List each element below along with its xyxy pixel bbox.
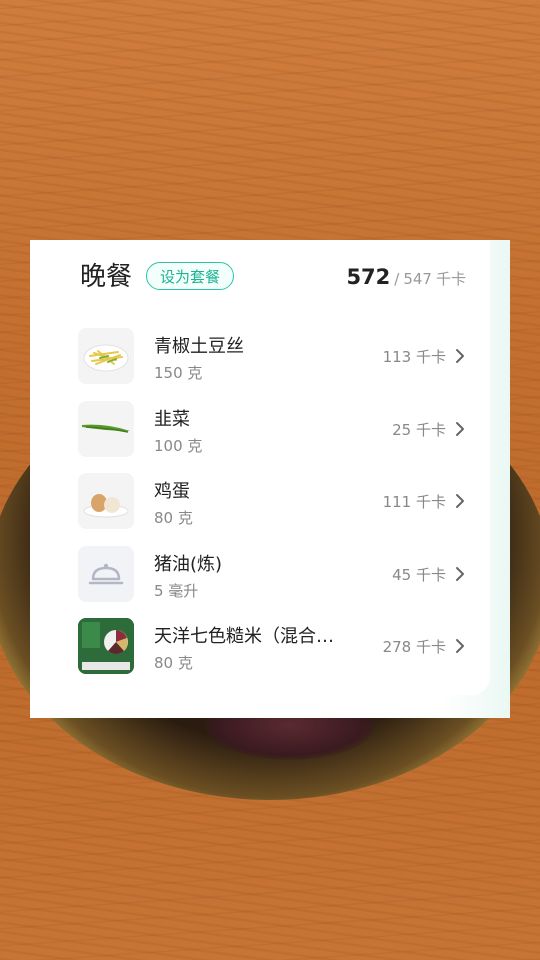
chevron-right-icon	[456, 494, 464, 508]
food-amount: 100 克	[154, 436, 203, 455]
food-name: 韭菜	[154, 408, 190, 430]
food-kcal: 278 千卡	[382, 638, 446, 656]
chevron-right-icon	[456, 639, 464, 653]
goal-kcal: 547	[403, 270, 432, 288]
chevron-right-icon	[456, 421, 464, 436]
meal-title: 晚餐	[80, 262, 133, 292]
food-item-row[interactable]: 猪油(炼) 5 毫升 45 千卡	[78, 538, 474, 611]
food-item-row[interactable]: 鸡蛋 80 克 111 千卡	[78, 465, 474, 538]
food-amount: 80 克	[154, 509, 193, 527]
food-kcal: 45 千卡	[392, 565, 446, 584]
food-name: 猪油(炼)	[154, 553, 223, 575]
set-as-combo-button[interactable]: 设为套餐	[146, 262, 235, 290]
kcal-unit: 千卡	[435, 270, 466, 288]
food-amount: 150 克	[154, 364, 203, 382]
meal-header: 晚餐 设为套餐 572/547 千卡	[80, 258, 470, 298]
cloche-icon	[78, 545, 134, 602]
food-amount: 5 毫升	[154, 581, 199, 600]
chive-icon	[78, 400, 134, 457]
shredded-potato-icon	[78, 328, 134, 384]
food-item-row[interactable]: 青椒土豆丝 150 克 113 千卡	[78, 320, 474, 393]
food-kcal: 113 千卡	[382, 348, 446, 366]
egg-icon	[78, 473, 134, 529]
food-amount: 80 克	[154, 654, 193, 672]
food-name: 鸡蛋	[154, 481, 190, 502]
food-name: 天洋七色糙米（混合…	[154, 626, 334, 647]
kcal-separator: /	[394, 270, 400, 288]
rice-package-icon	[78, 618, 134, 674]
calorie-summary: 572/547 千卡	[346, 258, 466, 298]
food-item-row[interactable]: 韭菜 100 克 25 千卡	[78, 393, 474, 466]
total-kcal: 572	[346, 265, 391, 289]
food-kcal: 111 千卡	[382, 493, 446, 511]
food-item-row[interactable]: 天洋七色糙米（混合… 80 克 278 千卡	[78, 610, 474, 683]
food-list: 青椒土豆丝 150 克 113 千卡 韭菜 100 克 25 千卡 鸡蛋 80 …	[78, 320, 474, 683]
chevron-right-icon	[456, 566, 464, 581]
food-kcal: 25 千卡	[392, 420, 446, 439]
food-name: 青椒土豆丝	[154, 336, 244, 357]
chevron-right-icon	[456, 349, 464, 363]
